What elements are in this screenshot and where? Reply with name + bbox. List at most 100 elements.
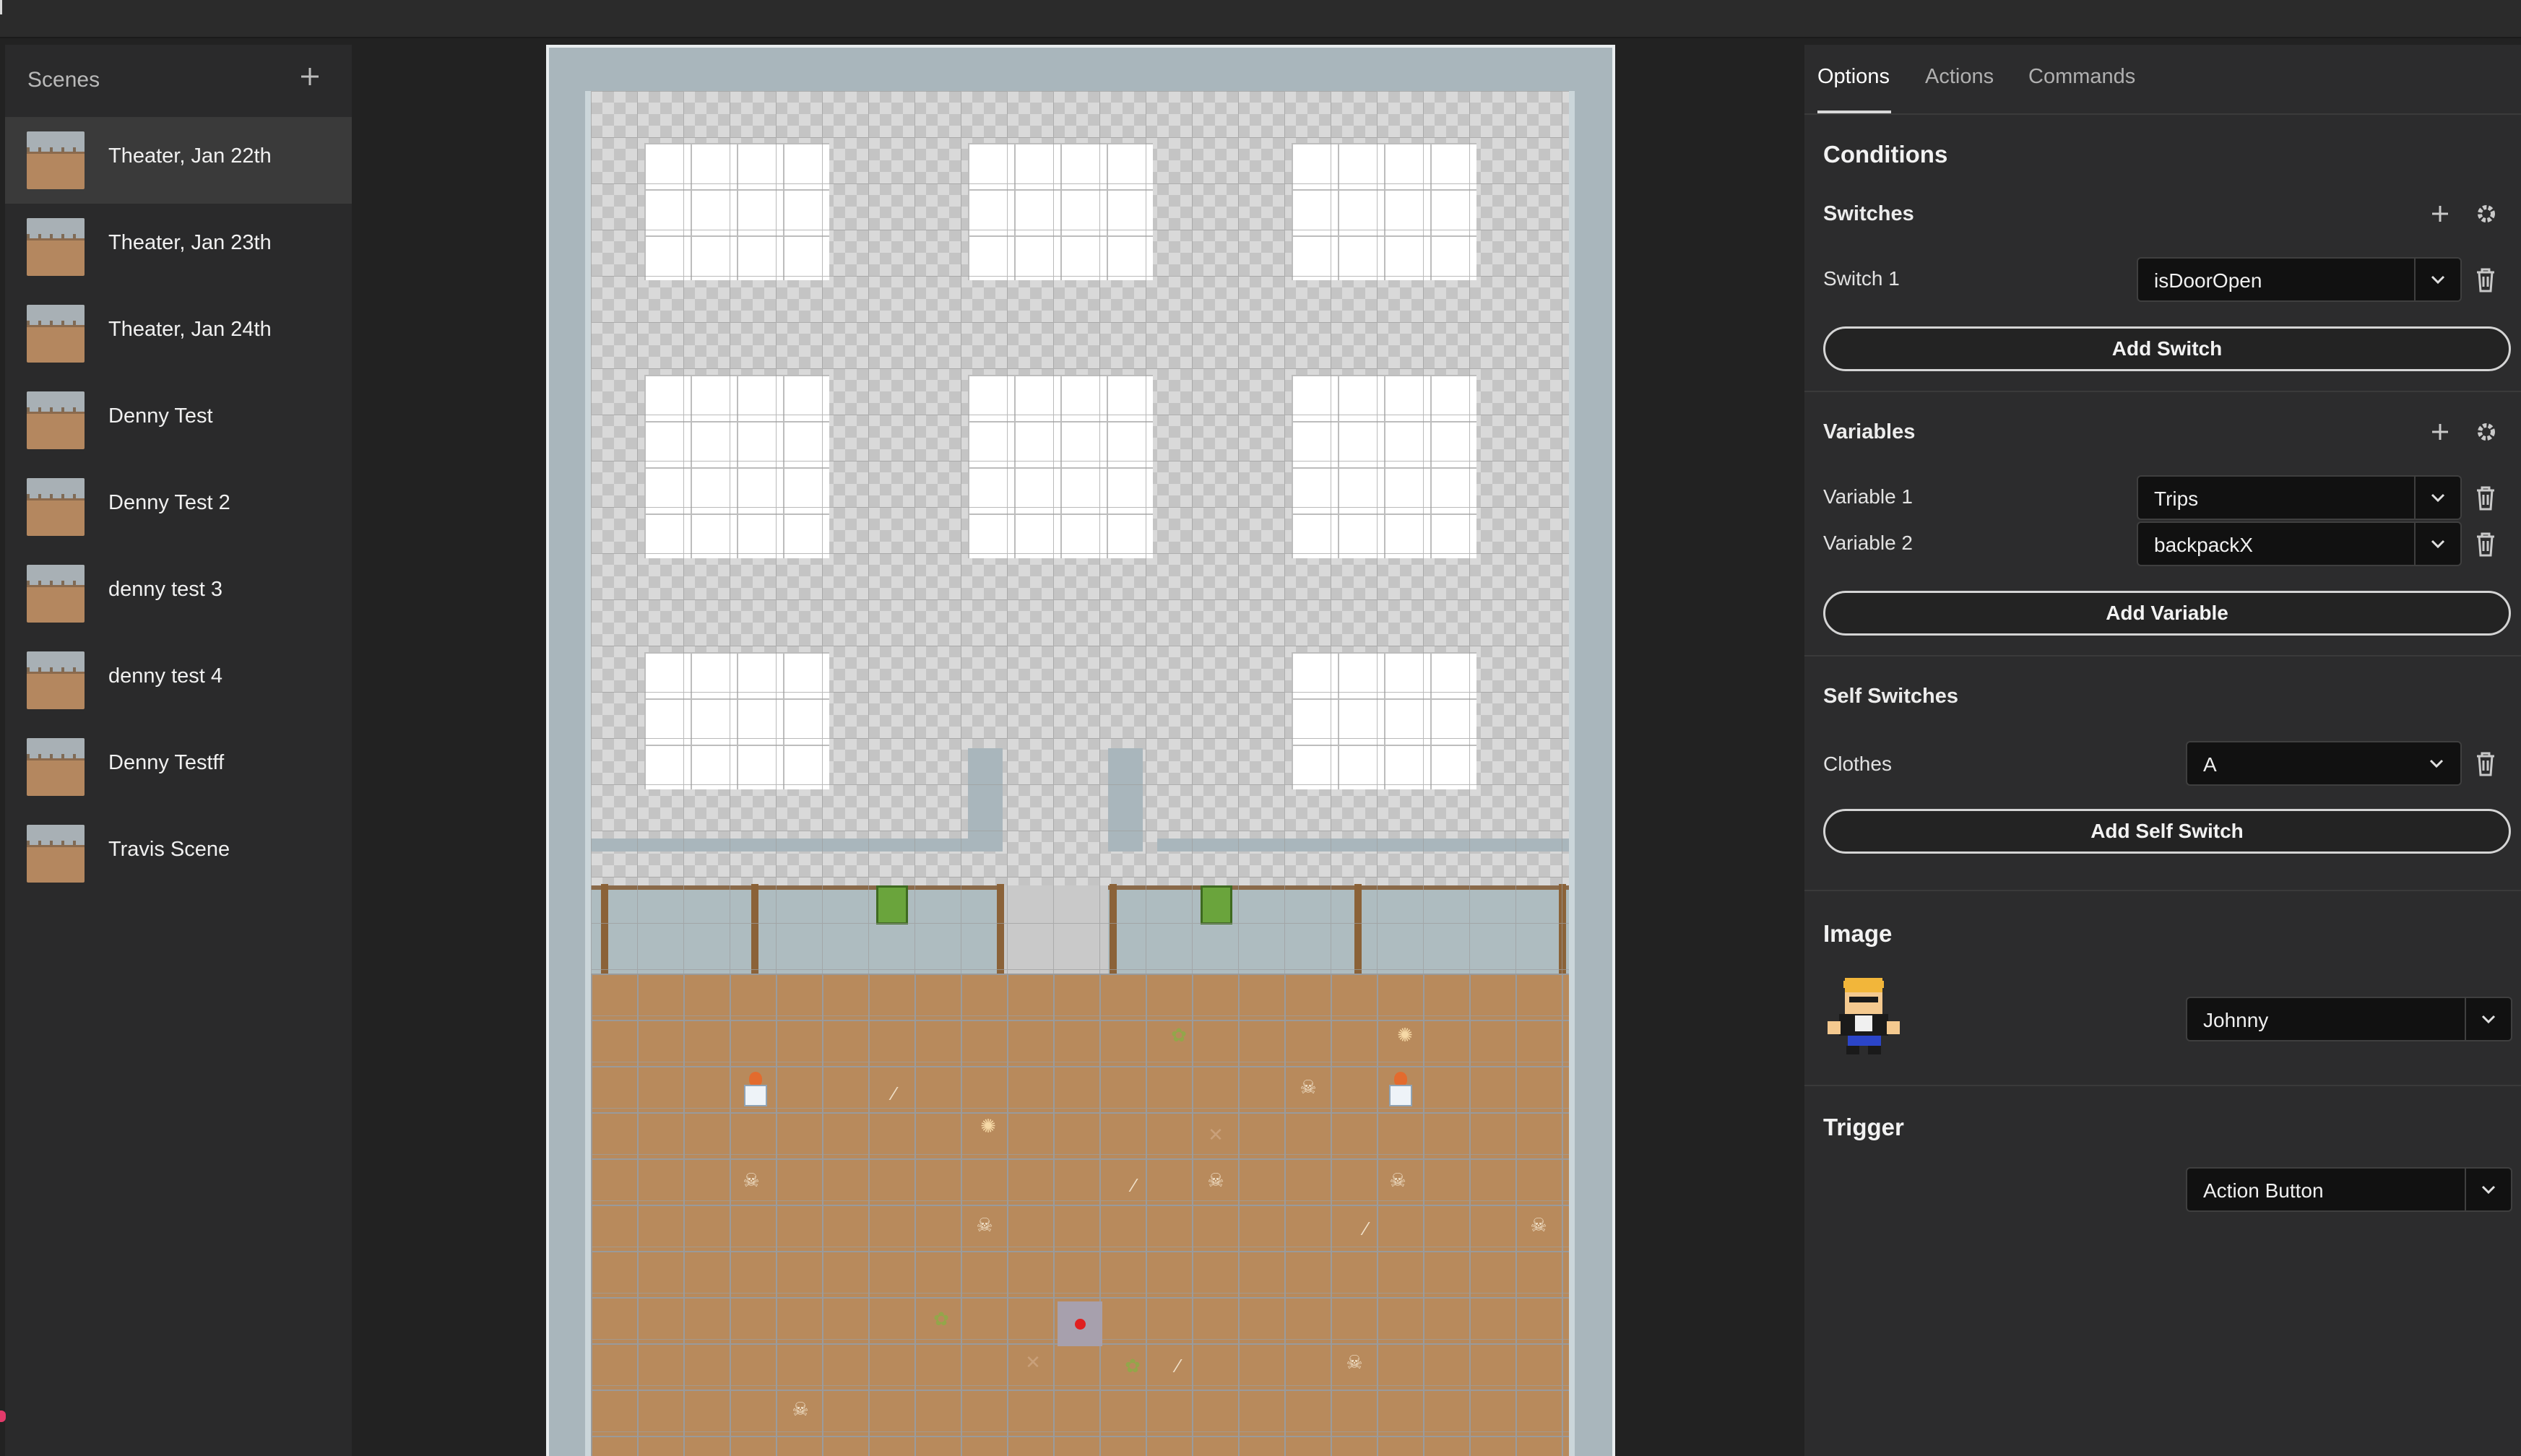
tab-options[interactable]: Options	[1817, 65, 1890, 89]
scene-item[interactable]: Theater, Jan 24th	[5, 290, 352, 377]
add-switch-button[interactable]: Add Switch	[1823, 326, 2511, 371]
delete-self-switch-trash-icon[interactable]	[2473, 750, 2499, 779]
skull-object[interactable]: ☠	[1344, 1351, 1365, 1373]
conditions-title: Conditions	[1823, 141, 1948, 168]
event-options-panel: Options Actions Commands Conditions Swit…	[1804, 45, 2521, 1456]
scene-thumbnail	[27, 565, 85, 623]
top-bar	[0, 0, 2521, 38]
scene-label: denny test 3	[108, 578, 222, 601]
trigger-title: Trigger	[1823, 1114, 1904, 1140]
variable-label: Variable 2	[1823, 532, 1914, 554]
lamp-object[interactable]	[743, 1072, 769, 1108]
chevron-down-icon	[2414, 259, 2460, 300]
delete-variable-trash-icon[interactable]	[2473, 484, 2499, 513]
add-variable-icon[interactable]	[2426, 417, 2455, 446]
right-wall	[1569, 48, 1612, 1456]
scene-thumbnail	[27, 305, 85, 363]
edge-indicator	[0, 1410, 6, 1422]
variable-label: Variable 1	[1823, 485, 1914, 508]
switch-value: isDoorOpen	[2154, 269, 2262, 292]
scene-item[interactable]: Theater, Jan 22th	[5, 117, 352, 204]
scene-item[interactable]: denny test 3	[5, 550, 352, 637]
variable-select[interactable]: Trips	[2137, 475, 2462, 520]
bone-object[interactable]: ⁄	[1123, 1174, 1145, 1196]
switch-label: Switch 1	[1823, 267, 1900, 290]
scene-item[interactable]: Theater, Jan 23th	[5, 204, 352, 290]
map-canvas[interactable]: ✺ ✺ ✿ ✿ ✿ ⁄ ⁄ ⁄ ⁄ ☠ ☠ ☠ ☠ ☠ ☠ ☠ ☠ ✕ ✕	[546, 45, 1615, 1456]
scene-thumbnail	[27, 651, 85, 709]
image-value: Johnny	[2203, 1009, 2269, 1031]
sidebar-title: Scenes	[27, 68, 100, 92]
scene-item[interactable]: denny test 4	[5, 637, 352, 724]
skull-object[interactable]: ☠	[1387, 1169, 1409, 1191]
chevron-down-icon	[2414, 742, 2460, 784]
gear-icon[interactable]	[2472, 199, 2501, 228]
skull-object[interactable]: ☠	[790, 1398, 811, 1420]
image-title: Image	[1823, 920, 1893, 947]
scene-label: Denny Test	[108, 404, 213, 428]
switches-title: Switches	[1823, 202, 1914, 225]
add-scene-button[interactable]	[294, 61, 326, 92]
bone-object[interactable]: ⁄	[1355, 1218, 1377, 1239]
chevron-down-icon	[2465, 1169, 2511, 1210]
scene-item[interactable]: Denny Testff	[5, 724, 352, 810]
bone-object[interactable]: ⁄	[1167, 1355, 1189, 1377]
scene-thumbnail	[27, 131, 85, 189]
plus-icon	[301, 68, 319, 85]
image-select[interactable]: Johnny	[2186, 997, 2512, 1041]
tab-actions[interactable]: Actions	[1925, 65, 1994, 89]
section-divider	[1804, 1085, 2521, 1086]
grass-object[interactable]: ✿	[1168, 1024, 1190, 1046]
skull-object[interactable]: ☠	[1528, 1214, 1549, 1236]
section-divider	[1804, 890, 2521, 891]
gear-icon[interactable]	[2472, 417, 2501, 446]
scene-thumbnail	[27, 825, 85, 883]
start-marker-dot	[1075, 1319, 1086, 1330]
scene-item[interactable]: Denny Test 2	[5, 464, 352, 550]
switch-select[interactable]: isDoorOpen	[2137, 257, 2462, 302]
trigger-select[interactable]: Action Button	[2186, 1167, 2512, 1212]
sparkle-object[interactable]: ✺	[977, 1115, 999, 1137]
grass-object[interactable]: ✿	[1122, 1355, 1143, 1377]
scene-label: Theater, Jan 24th	[108, 318, 272, 341]
character-sprite-image	[1823, 971, 1907, 1057]
scene-item[interactable]: Denny Test	[5, 377, 352, 464]
scene-label: Theater, Jan 22th	[108, 144, 272, 168]
skeleton-object[interactable]: ✕	[1205, 1124, 1227, 1145]
variable-value: backpackX	[2154, 534, 2253, 556]
panel-tabs: Options Actions Commands	[1804, 45, 2521, 115]
tab-commands[interactable]: Commands	[2028, 65, 2135, 89]
self-switch-value: A	[2203, 753, 2217, 776]
scene-item[interactable]: Travis Scene	[5, 810, 352, 897]
lamp-object[interactable]	[1388, 1072, 1414, 1108]
scene-thumbnail	[27, 391, 85, 449]
scenes-sidebar: Scenes Theater, Jan 22th Theater, Jan 23…	[5, 45, 352, 1456]
variable-select[interactable]: backpackX	[2137, 521, 2462, 566]
section-divider	[1804, 391, 2521, 392]
chevron-down-icon	[2465, 998, 2511, 1040]
variable-value: Trips	[2154, 488, 2199, 510]
player-start-tile[interactable]	[1058, 1301, 1102, 1346]
skull-object[interactable]: ☠	[1297, 1076, 1319, 1098]
scene-label: Denny Test 2	[108, 491, 230, 514]
add-switch-icon[interactable]	[2426, 199, 2455, 228]
grass-object[interactable]: ✿	[930, 1308, 952, 1330]
skeleton-object[interactable]: ✕	[1022, 1351, 1044, 1373]
sparkle-object[interactable]: ✺	[1394, 1024, 1416, 1046]
delete-variable-trash-icon[interactable]	[2473, 530, 2499, 559]
add-self-switch-button[interactable]: Add Self Switch	[1823, 809, 2511, 854]
delete-switch-trash-icon[interactable]	[2473, 266, 2499, 295]
skull-object[interactable]: ☠	[974, 1214, 995, 1236]
skeleton-object[interactable]: ☠	[1205, 1169, 1227, 1191]
sidebar-header: Scenes	[5, 45, 352, 117]
scene-label: Denny Testff	[108, 751, 225, 774]
top-bar-marker	[0, 0, 2, 14]
self-switch-label: Clothes	[1823, 753, 1892, 775]
skull-object[interactable]: ☠	[740, 1169, 762, 1191]
self-switch-select[interactable]: A	[2186, 741, 2462, 786]
add-variable-button[interactable]: Add Variable	[1823, 591, 2511, 636]
active-tab-indicator	[1817, 110, 1891, 113]
scene-thumbnail	[27, 738, 85, 796]
bone-object[interactable]: ⁄	[883, 1083, 905, 1104]
right-wall-rim	[1569, 91, 1575, 1456]
